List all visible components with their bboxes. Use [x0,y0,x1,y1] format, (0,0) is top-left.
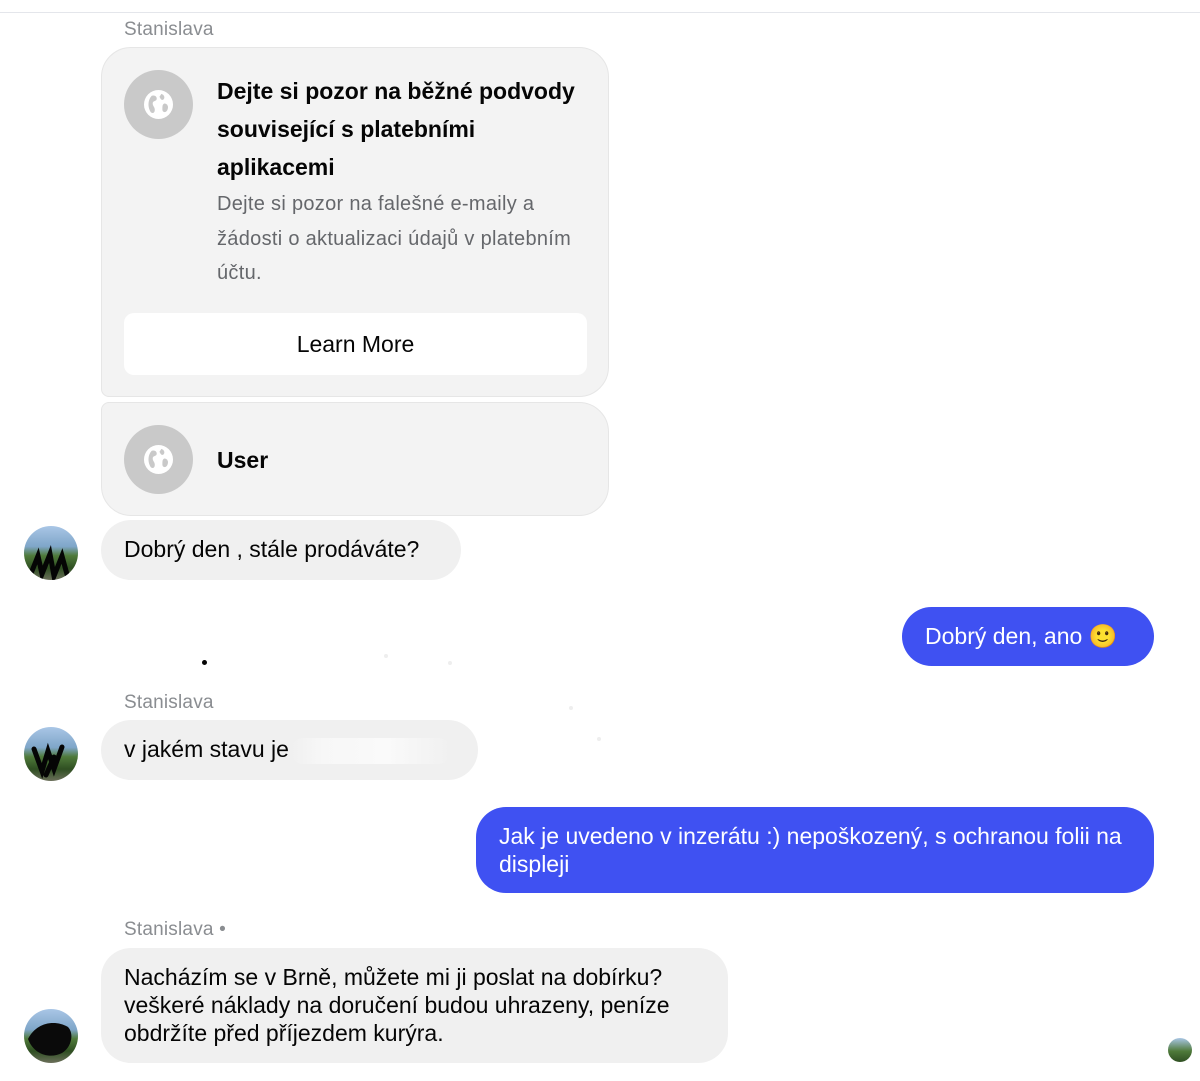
scam-warning-card: Dejte si pozor na běžné podvody souvisej… [101,47,609,397]
stray-dot [569,706,573,710]
card-title: Dejte si pozor na běžné podvody souvisej… [217,78,575,180]
stray-dot [448,661,452,665]
chat-thread: Stanislava Dejte si pozor na běžné podvo… [0,0,1200,1081]
message-bubble-outgoing: Jak je uvedeno v inzerátu :) nepoškozený… [476,807,1154,893]
message-bubble-outgoing: Dobrý den, ano 🙂 [902,607,1154,666]
message-bubble-incoming: Nacházím se v Brně, můžete mi ji poslat … [101,948,728,1063]
avatar[interactable] [24,1009,78,1063]
user-card-label: User [217,447,269,473]
read-receipt-avatar [1168,1038,1192,1062]
avatar[interactable] [24,727,78,781]
message-text: v jakém stavu je [124,736,289,762]
redacted-text [290,737,451,764]
sender-name: Stanislava [124,692,214,713]
card-description: Dejte si pozor na falešné e-maily a žádo… [217,193,572,284]
stray-dot [597,737,601,741]
learn-more-button[interactable]: Learn More [124,313,587,375]
globe-icon [124,70,193,139]
avatar[interactable] [24,526,78,580]
globe-icon [124,425,193,494]
message-bubble-incoming: Dobrý den , stále prodáváte? [101,520,461,580]
sender-name-with-status: Stanislava • [124,919,226,940]
stray-dot [202,660,207,665]
user-card[interactable]: User [101,402,609,516]
stray-dot [384,654,388,658]
top-divider [0,12,1200,13]
sender-name: Stanislava [124,19,214,40]
message-bubble-incoming: v jakém stavu je [101,720,478,780]
